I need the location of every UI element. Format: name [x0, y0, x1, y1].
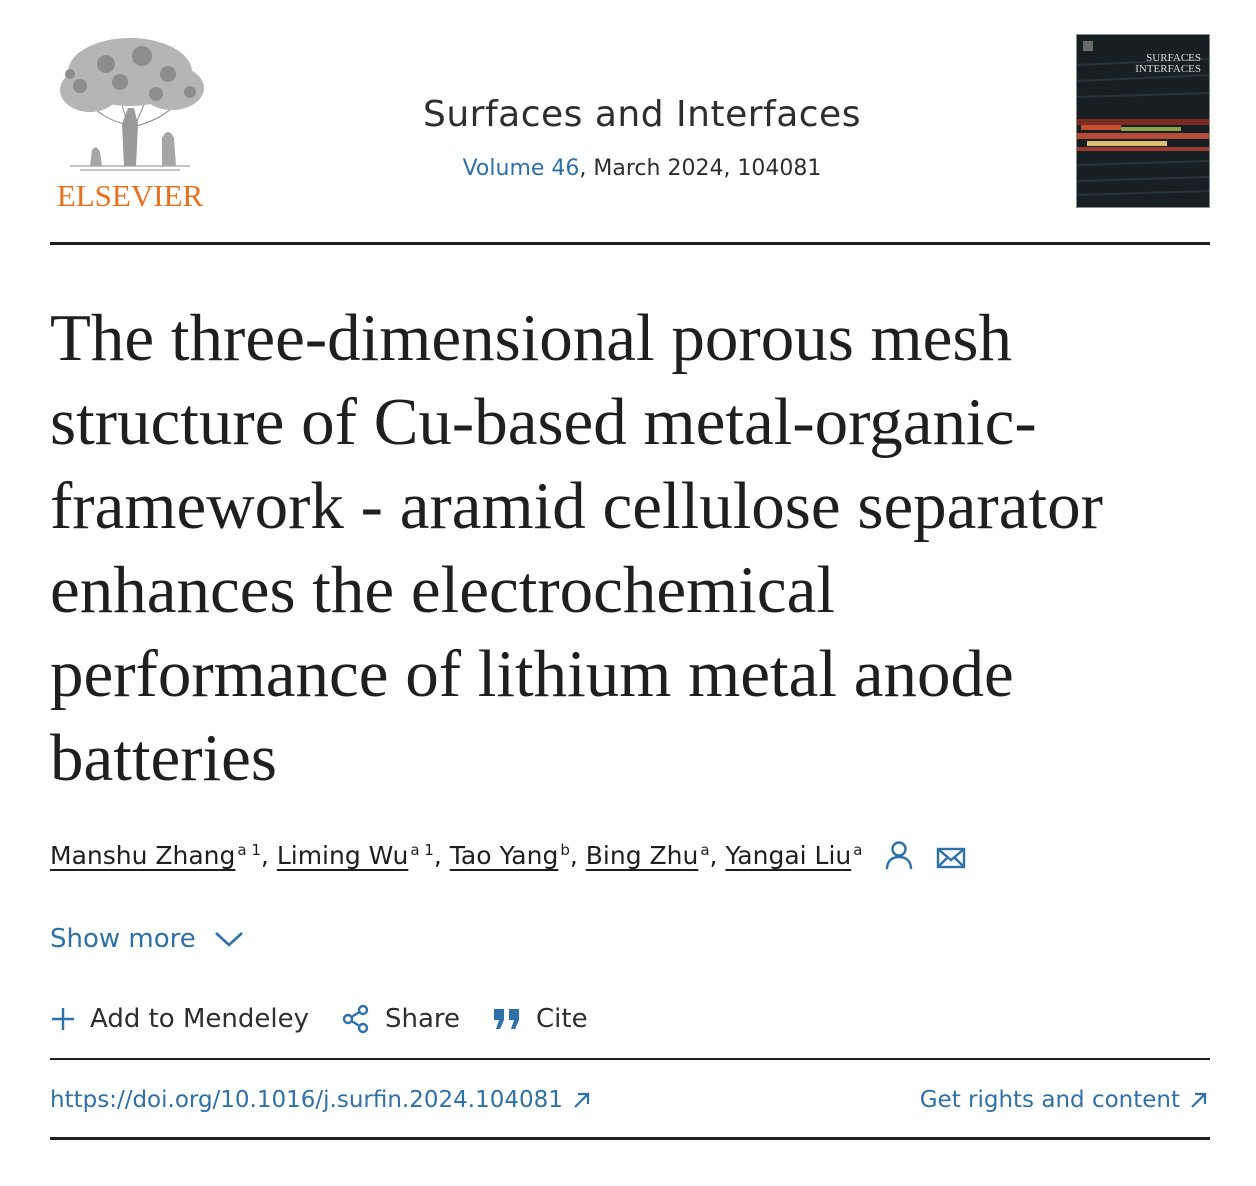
actions-divider [50, 1058, 1210, 1060]
elsevier-logo[interactable]: ELSEVIER [50, 34, 210, 213]
get-rights-link[interactable]: Get rights and content [920, 1087, 1210, 1113]
title-line: batteries [50, 721, 277, 795]
title-line: performance of lithium metal anode [50, 637, 1014, 711]
external-link-icon [1191, 1092, 1207, 1108]
cite-button[interactable]: Cite [492, 1004, 588, 1034]
chevron-down-icon [214, 932, 243, 947]
email-icon[interactable] [936, 846, 968, 870]
share-label: Share [384, 1004, 461, 1034]
article-title: The three-dimensional porous mesh struct… [50, 296, 1230, 800]
author-list: Manshu Zhang a 1, Liming Wu a 1, Tao Yang b… [50, 840, 968, 870]
journal-cover-thumbnail[interactable]: SURFACES INTERFACES [1076, 34, 1210, 208]
add-to-mendeley-button[interactable]: Add to Mendeley [50, 1004, 309, 1034]
journal-name[interactable]: Surfaces and Interfaces [300, 94, 984, 135]
share-button[interactable]: Share [341, 1004, 460, 1034]
author-affiliation[interactable]: a 1 [237, 841, 261, 859]
author-link[interactable]: Yangai Liu [725, 841, 851, 870]
get-rights-text: Get rights and content [919, 1087, 1180, 1113]
show-more-label: Show more [50, 924, 196, 954]
author-link[interactable]: Bing Zhu [586, 841, 699, 870]
show-more-button[interactable]: Show more [50, 924, 244, 954]
title-line: structure of Cu-based metal-organic- [50, 385, 1037, 459]
author-separator: , [433, 841, 450, 870]
cite-label: Cite [536, 1004, 588, 1034]
author-affiliation[interactable]: a [853, 841, 862, 859]
title-line: The three-dimensional porous mesh [50, 301, 1012, 375]
author-link[interactable]: Tao Yang [450, 841, 559, 870]
bottom-divider [50, 1137, 1210, 1140]
author-link[interactable]: Liming Wu [277, 841, 409, 870]
elsevier-tree-icon: ELSEVIER [50, 34, 210, 213]
person-icon[interactable] [884, 840, 918, 870]
external-link-icon [574, 1092, 589, 1108]
author-separator: , [569, 841, 586, 870]
article-actions: Add to Mendeley Share Cite [50, 1004, 620, 1034]
author-affiliation[interactable]: a 1 [410, 841, 434, 859]
add-to-mendeley-label: Add to Mendeley [90, 1004, 309, 1034]
journal-issue-info: Volume 46, March 2024, 104081 [300, 156, 984, 181]
doi-link[interactable]: https://doi.org/10.1016/j.surfin.2024.10… [50, 1087, 593, 1113]
header-divider [50, 242, 1210, 245]
plus-icon [52, 1008, 74, 1030]
volume-link[interactable]: Volume 46 [463, 156, 580, 181]
author-link[interactable]: Manshu Zhang [50, 841, 235, 870]
quote-icon [494, 1009, 520, 1029]
author-separator: , [260, 841, 277, 870]
share-icon [342, 1004, 369, 1034]
doi-text: https://doi.org/10.1016/j.surfin.2024.10… [50, 1087, 563, 1113]
cover-title: SURFACES INTERFACES [1135, 52, 1201, 75]
issue-date: , March 2024, 104081 [579, 156, 822, 181]
elsevier-wordmark: ELSEVIER [57, 178, 204, 212]
title-line: enhances the electrochemical [50, 553, 835, 627]
author-separator: , [709, 841, 726, 870]
author-affiliation[interactable]: b [560, 841, 570, 859]
title-line: framework - aramid cellulose separator [50, 469, 1103, 543]
author-affiliation[interactable]: a [700, 841, 709, 859]
